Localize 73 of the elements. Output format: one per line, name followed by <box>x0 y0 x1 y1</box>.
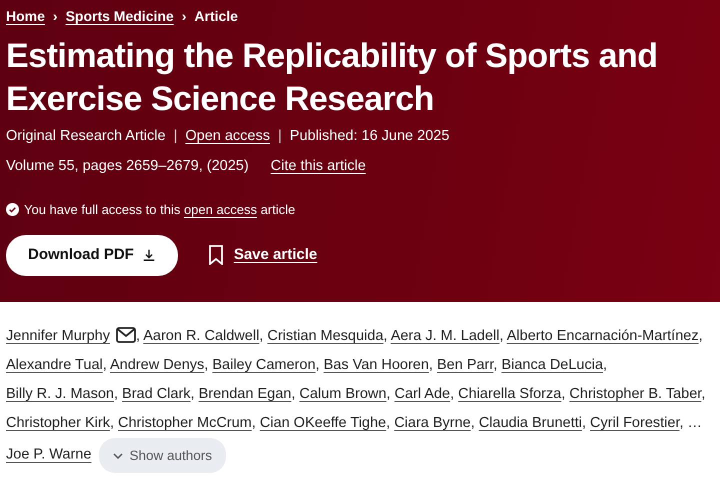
meta-text: Published: 16 June 2025 <box>290 127 450 146</box>
comma: , <box>102 357 107 373</box>
comma: , <box>582 415 586 431</box>
comma: , <box>679 415 684 431</box>
comma: , <box>386 415 390 431</box>
author-link[interactable]: Andrew Denys <box>110 357 204 373</box>
comma: , <box>316 357 320 373</box>
comma: , <box>428 357 433 373</box>
meta-text: Volume 55, pages 2659–2679, (2025) <box>6 156 249 176</box>
comma: , <box>450 386 454 402</box>
comma: , <box>561 386 566 402</box>
author-link[interactable]: Billy R. J. Mason <box>6 386 114 402</box>
envelope-icon[interactable] <box>116 327 136 343</box>
author-link[interactable]: Cian OKeeffe Tighe <box>260 415 386 431</box>
comma: , <box>383 328 388 344</box>
check-circle-icon <box>6 202 19 216</box>
author-link[interactable]: Bas Van Hooren <box>324 357 429 373</box>
comma: , <box>204 357 208 373</box>
author-link[interactable]: Aaron R. Caldwell <box>143 328 260 344</box>
breadcrumb-link[interactable]: Home <box>6 6 45 27</box>
author-link[interactable]: Alexandre Tual <box>6 357 103 373</box>
author-link[interactable]: Carl Ade <box>394 386 450 402</box>
ellipsis: … <box>688 415 702 431</box>
meta-separator: | <box>278 127 282 146</box>
comma: , <box>252 415 256 431</box>
comma: , <box>386 386 390 402</box>
meta-separator: | <box>174 127 178 146</box>
download-icon <box>142 248 156 262</box>
comma: , <box>259 328 264 344</box>
chevron-down-icon <box>113 452 124 458</box>
author-link[interactable]: Jennifer Murphy <box>6 328 110 344</box>
author-link[interactable]: Christopher B. Taber <box>569 386 702 402</box>
author-link[interactable]: Claudia Brunetti <box>478 415 582 431</box>
comma: , <box>470 415 475 431</box>
breadcrumb-current: Article <box>194 7 238 26</box>
save-article-button[interactable]: Save article <box>202 243 324 268</box>
breadcrumb-separator: › <box>182 7 186 26</box>
author-link[interactable]: Brendan Egan <box>198 386 292 402</box>
breadcrumb-link[interactable]: Sports Medicine <box>66 6 174 27</box>
author-link[interactable]: Brad Clark <box>122 386 191 402</box>
comma: , <box>190 386 195 402</box>
meta-text: Original Research Article <box>6 127 166 146</box>
comma: , <box>110 415 114 431</box>
article-title: Estimating the Replicability of Sports and Exercise Science Research <box>6 36 659 120</box>
meta-link[interactable]: Cite this article <box>270 156 366 178</box>
author-link[interactable]: Cristian Mesquida <box>267 328 384 344</box>
author-link[interactable]: Aera J. M. Ladell <box>390 328 500 344</box>
author-link[interactable]: Bailey Cameron <box>212 357 316 373</box>
author-link[interactable]: Christopher Kirk <box>6 415 110 431</box>
author-link[interactable]: Christopher McCrum <box>118 415 252 431</box>
author-link[interactable]: Cyril Forestier <box>590 415 680 431</box>
download-pdf-button[interactable]: Download PDF <box>6 235 178 276</box>
breadcrumb-separator: › <box>52 7 58 26</box>
author-link[interactable]: Ciara Byrne <box>394 415 471 431</box>
comma: , <box>603 357 608 373</box>
comma: , <box>291 386 296 402</box>
bookmark-icon <box>208 245 224 266</box>
author-link[interactable]: Bianca DeLucia <box>501 357 604 373</box>
author-link[interactable]: Joe P. Warne <box>6 446 92 462</box>
comma: , <box>698 328 703 344</box>
author-link[interactable]: Calum Brown <box>299 386 386 402</box>
meta-link[interactable]: Open access <box>185 126 270 148</box>
open-access-link[interactable]: open access <box>184 202 257 216</box>
comma: , <box>114 386 118 402</box>
author-link[interactable]: Alberto Encarnación-Martínez <box>506 328 699 344</box>
comma: , <box>701 386 706 402</box>
comma: , <box>500 328 504 344</box>
comma: , <box>493 357 498 373</box>
access-notice: You have full access to this open access article <box>24 200 296 219</box>
comma: , <box>136 328 140 344</box>
author-link[interactable]: Chiarella Sforza <box>458 386 562 402</box>
show-authors-button[interactable]: Show authors <box>99 438 226 473</box>
author-link[interactable]: Ben Parr <box>436 357 494 373</box>
